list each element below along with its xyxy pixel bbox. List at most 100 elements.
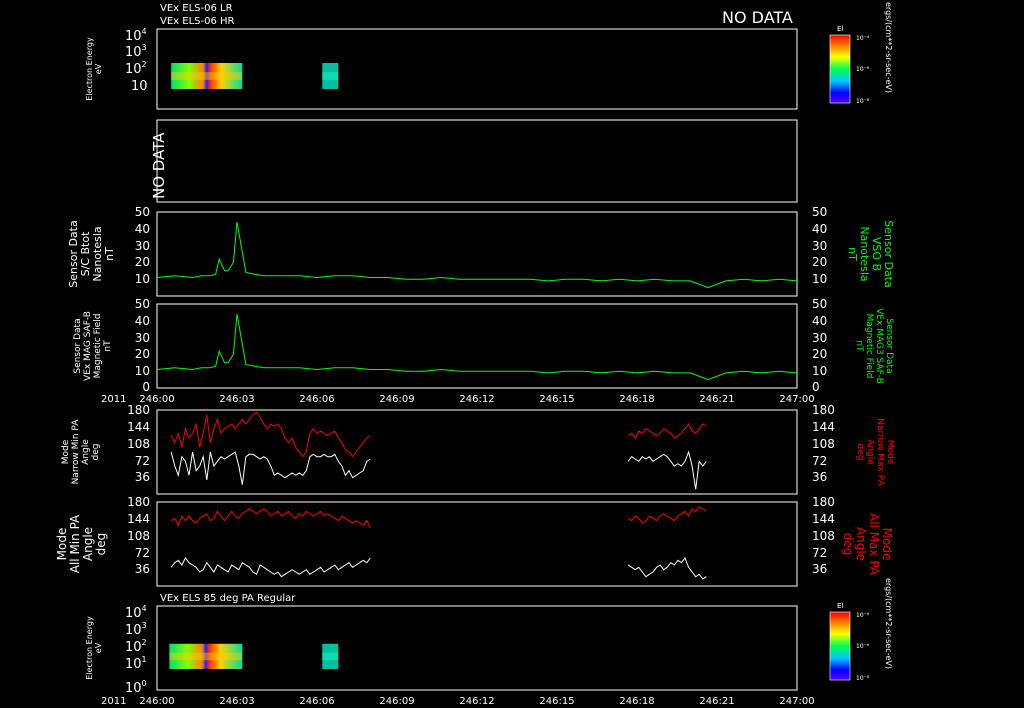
pa-series-min xyxy=(170,451,371,485)
header-line-1: VEx ELS-06 LR xyxy=(160,3,233,14)
panel-6-right-label-line: deg xyxy=(841,533,855,556)
panel-2-frame xyxy=(156,119,798,203)
panel-7-colorbar-unit: ergs/(cm**2-sr-sec-eV) xyxy=(884,578,893,669)
panel-3-ytick-left: 30 xyxy=(135,239,150,253)
panel-4-left-label-line: VEx MAG SAF-B xyxy=(83,311,93,381)
panel-5-ytick-left: 72 xyxy=(135,454,150,468)
time-tick-label: 246:03 xyxy=(219,696,254,707)
time-tick-label: 246:09 xyxy=(379,394,414,405)
panel-1-ytick-label: 10 xyxy=(131,79,148,94)
panel-5-series xyxy=(170,411,707,490)
panel-6-right-label-line: Angle xyxy=(854,527,868,561)
panel-3-btot: Sensor Data S/C Btot Nanotesla nT Sensor… xyxy=(67,205,895,297)
panel-7-colorbar-title: El xyxy=(837,602,843,610)
panel-5-left-label-line: deg xyxy=(91,444,101,461)
panel-6-ytick-left: 144 xyxy=(127,512,150,526)
panel-1-colorbar xyxy=(829,34,851,104)
panel-5-ytick-right: 180 xyxy=(812,403,835,417)
panel-5-ytick-left: 144 xyxy=(127,420,150,434)
panel-1-colorbar-tick: 10⁻⁸ xyxy=(856,98,870,105)
time-tick-label: 246:06 xyxy=(299,696,334,707)
plot-stage: VEx ELS-06 LR VEx ELS-06 HR NO DATA Elec… xyxy=(0,0,1024,708)
panel-7-colorbar-tick: 10⁻⁶ xyxy=(856,643,870,650)
panel-7-colorbar xyxy=(829,611,851,681)
panel-7-ytick-label: 100 xyxy=(125,679,147,696)
time-tick-label: 246:00 xyxy=(139,696,174,707)
time-tick-label: 247:00 xyxy=(779,394,814,405)
panel-4-ytick-left: 20 xyxy=(135,347,150,361)
pa-series-min xyxy=(627,556,707,580)
panel-5-ytick-left: 180 xyxy=(127,403,150,417)
panel-3-ytick-left: 50 xyxy=(135,205,150,219)
panel-6-ytick-right: 108 xyxy=(812,529,835,543)
panel-5-right-label-line: Mode xyxy=(885,440,895,465)
time-axis-upper-year: 2011 xyxy=(101,394,126,405)
time-tick-label: 246:03 xyxy=(219,394,254,405)
panel-7-spectrum-blocks xyxy=(169,643,339,669)
time-axis-upper-ticks: 246:00 246:03 246:06 246:09 246:12 246:15 246:… xyxy=(139,394,814,405)
panel-6-series xyxy=(170,506,707,580)
time-tick-label: 246:06 xyxy=(299,394,334,405)
svg-text:104: 104 xyxy=(125,27,147,44)
panel-4-left-label-line: Magnetic Field xyxy=(93,314,103,379)
time-tick-label: 246:21 xyxy=(699,696,734,707)
spectrum-band xyxy=(322,72,339,80)
panel-1-ytick-label: 103 xyxy=(125,43,147,60)
time-axis-lower: 2011 246:00 246:03 246:06 246:09 246:12 246:1… xyxy=(101,696,815,707)
panel-4-ytick-right: 40 xyxy=(812,314,827,328)
svg-text:102: 102 xyxy=(125,638,147,655)
panel-6-frame xyxy=(156,501,798,587)
panel-6-ytick-left: 36 xyxy=(135,562,150,576)
panel-2-empty: NO DATA xyxy=(150,119,798,203)
header-no-data: NO DATA xyxy=(722,8,793,27)
mag-line xyxy=(156,314,798,381)
panel-6-ytick-left: 72 xyxy=(135,546,150,560)
panel-7-ytick-label: 104 xyxy=(125,604,147,621)
panel-4-ytick-right: 50 xyxy=(812,297,827,311)
panel-6-ytick-left: 108 xyxy=(127,529,150,543)
time-tick-label: 246:18 xyxy=(619,696,654,707)
panel-7-frame xyxy=(156,605,798,691)
panel-6-left-label-line: deg xyxy=(94,533,108,556)
panel-6-left-label-line: Angle xyxy=(81,527,95,561)
panel-1-ytick-label: 102 xyxy=(125,60,147,77)
panel-6-left-label-line: Mode xyxy=(55,528,69,561)
time-axis-lower-year: 2011 xyxy=(101,696,126,707)
panel-4-ytick-left: 50 xyxy=(135,297,150,311)
panel-1-colorbar-tick: 10⁻⁴ xyxy=(856,35,870,42)
panel-5-right-label-line: Narrow Max PA xyxy=(875,418,885,486)
panel-1-colorbar-unit: ergs/(cm**2-sr-sec-eV) xyxy=(884,2,893,93)
panel-3-right-label: Sensor Data VSO B Nanotesla nT xyxy=(846,220,895,287)
panel-5-ytick-right: 144 xyxy=(812,420,835,434)
panel-5-frame xyxy=(156,409,798,495)
panel-7-ylabel: Electron Energy eV xyxy=(85,616,103,680)
panel-1-colorbar-tick: 10⁻⁶ xyxy=(856,66,870,73)
svg-text:102: 102 xyxy=(125,60,147,77)
panel-7-colorbar-tick: 10⁻⁸ xyxy=(856,675,870,682)
panel-5-ytick-right: 72 xyxy=(812,454,827,468)
panel-4-right-label-line: nT xyxy=(854,340,864,352)
panel-4-ytick-right: 0 xyxy=(812,380,820,394)
panel-5-left-label: Mode Narrow Min PA Angle deg xyxy=(61,419,101,485)
plot-canvas: VEx ELS-06 LR VEx ELS-06 HR NO DATA Elec… xyxy=(55,2,895,707)
panel-5-ytick-left: 108 xyxy=(127,437,150,451)
panel-6-ytick-right: 36 xyxy=(812,562,827,576)
time-tick-label: 247:00 xyxy=(779,696,814,707)
panel-5-ytick-right: 108 xyxy=(812,437,835,451)
panel-3-ytick-right: 50 xyxy=(812,205,827,219)
panel-2-no-data-label: NO DATA xyxy=(150,132,168,199)
panel-4-ytick-left: 40 xyxy=(135,314,150,328)
panel-7-ytick-label: 101 xyxy=(125,655,147,672)
btot-line xyxy=(156,222,798,289)
pa-series-min xyxy=(627,450,707,490)
panel-1-colorbar-title: El xyxy=(837,25,843,33)
panel-4-ytick-left: 30 xyxy=(135,331,150,345)
panel-3-ytick-right: 10 xyxy=(812,272,827,286)
time-tick-label: 246:12 xyxy=(459,394,494,405)
panel-7-ylabel-line-1: Electron Energy xyxy=(85,616,94,680)
panel-4-series xyxy=(156,314,798,381)
pa-series-max xyxy=(627,506,707,524)
pa-series-max xyxy=(170,508,371,528)
panel-5-right-label: Mode Narrow Max PA Angle deg xyxy=(855,418,895,486)
time-axis-lower-ticks: 246:00 246:03 246:06 246:09 246:12 246:15 246:… xyxy=(139,696,814,707)
